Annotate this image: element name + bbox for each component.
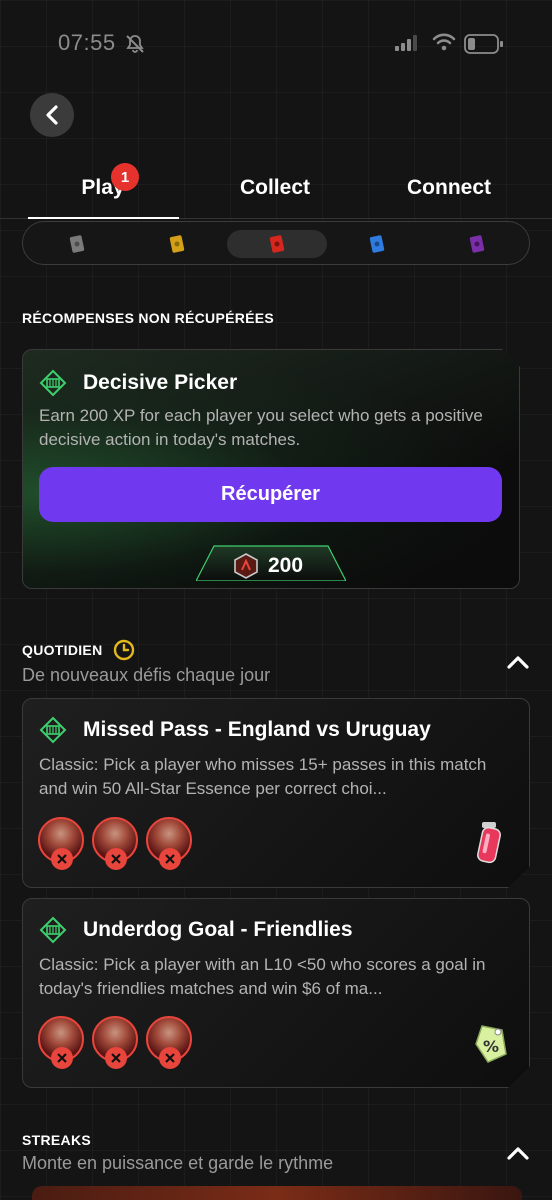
card-unique-icon [469,235,485,253]
collapse-daily-icon[interactable] [507,655,529,669]
rarity-limited-button[interactable] [127,230,227,258]
player-avatar[interactable] [146,817,192,870]
card-limited-icon [169,235,185,253]
rarity-super-rare-button[interactable] [327,230,427,258]
notification-badge: 1 [111,163,139,191]
challenge-description: Classic: Pick a player who misses 15+ pa… [39,755,487,798]
challenge-description: Classic: Pick a player with an L10 <50 w… [39,955,486,998]
rarity-rare-button[interactable] [227,230,327,258]
rarity-filter [22,221,530,265]
x-mark-icon [105,1047,127,1069]
player-avatar[interactable] [146,1016,192,1069]
daily-section-title: QUOTIDIEN [22,642,103,658]
xp-reward-value: 200 [268,554,304,577]
x-mark-icon [105,848,127,870]
card-rare-icon [269,235,285,253]
tab-play[interactable]: Play [28,176,178,200]
wifi-icon [432,33,456,51]
claim-button[interactable]: Récupérer [39,467,502,522]
x-mark-icon [159,848,181,870]
xp-badge-icon [234,553,258,579]
stadium-icon [39,369,67,397]
challenge-title: Missed Pass - England vs Uruguay [83,718,431,741]
rarity-unique-button[interactable] [427,230,527,258]
challenge-title: Underdog Goal - Friendlies [83,918,353,941]
reward-description: Earn 200 XP for each player you select w… [39,406,483,449]
player-avatar[interactable] [92,817,138,870]
streaks-section-subtitle: Monte en puissance et garde le rythme [22,1153,334,1173]
x-mark-icon [51,848,73,870]
player-avatar[interactable] [38,817,84,870]
signal-icon [395,35,417,51]
player-avatar[interactable] [92,1016,138,1069]
streak-card[interactable] [32,1186,522,1200]
svg-text:%: % [483,1037,499,1056]
stadium-icon [39,716,67,744]
essence-vial-icon [477,822,501,864]
x-mark-icon [51,1047,73,1069]
battery-icon [464,34,503,54]
unclaimed-section-title: RÉCOMPENSES NON RÉCUPÉRÉES [22,310,275,326]
stadium-icon [39,916,67,944]
x-mark-icon [159,1047,181,1069]
player-avatar[interactable] [38,1016,84,1069]
bell-muted-icon [126,35,144,53]
collapse-streaks-icon[interactable] [507,1146,529,1160]
back-button[interactable] [30,93,74,137]
tab-collect[interactable]: Collect [200,176,350,200]
daily-section-subtitle: De nouveaux défis chaque jour [22,665,271,685]
discount-tag-icon: % [475,1025,507,1063]
clock-icon [113,639,135,661]
status-time: 07:55 [58,30,116,55]
reward-title: Decisive Picker [83,371,238,394]
rarity-common-button[interactable] [27,230,127,258]
streaks-section-title: STREAKS [22,1132,91,1148]
card-super-rare-icon [369,235,385,253]
card-common-icon [69,235,85,253]
tab-connect[interactable]: Connect [374,176,524,200]
active-tab-indicator [28,217,179,219]
chevron-left-icon [46,105,58,125]
